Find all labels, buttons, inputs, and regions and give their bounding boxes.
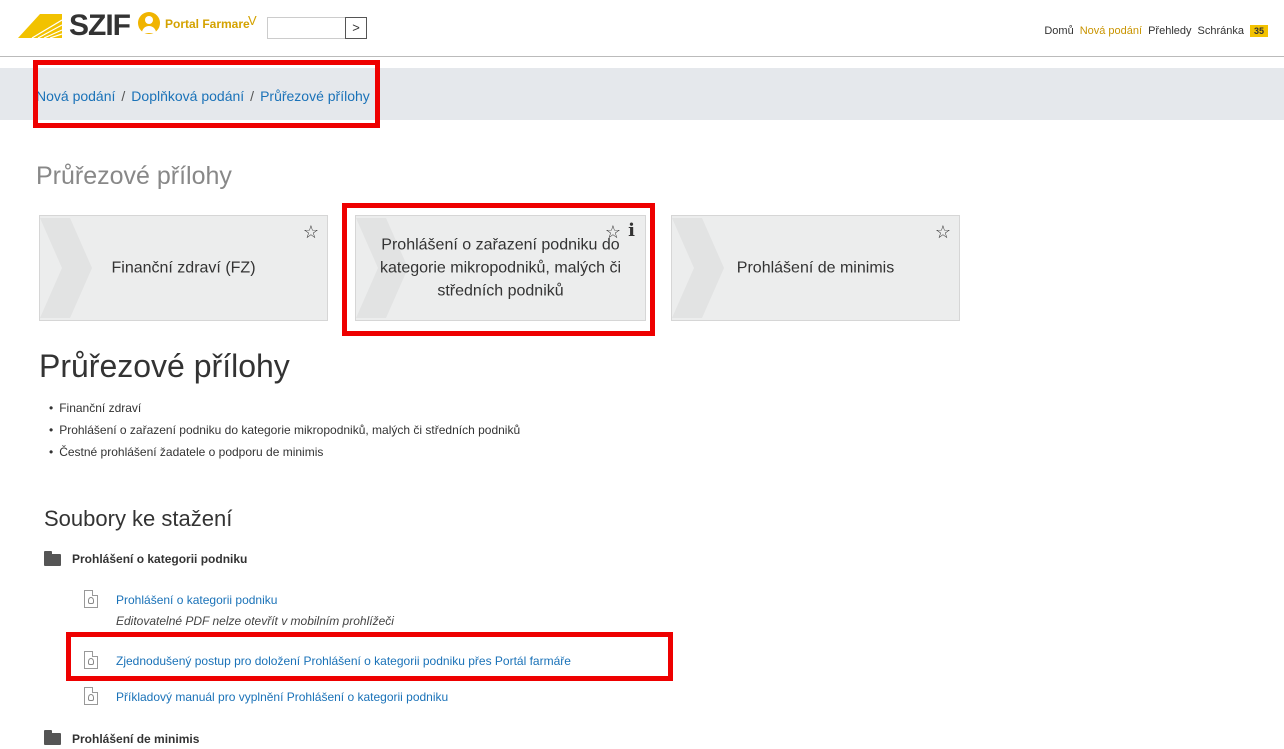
szif-logo-stripes (18, 14, 62, 38)
pdf-file-icon (84, 687, 98, 705)
tile-label: Prohlášení de minimis (736, 259, 895, 277)
file-link-prikladovy-manual[interactable]: Příkladový manuál pro vyplnění Prohlášen… (116, 690, 448, 704)
nav-inbox[interactable]: Schránka (1198, 25, 1244, 37)
tile-label: Finanční zdraví (FZ) (111, 259, 256, 277)
nav-new-submissions[interactable]: Nová podání (1080, 25, 1142, 37)
section-title: Průřezové přílohy (39, 348, 290, 384)
list-item: Finanční zdraví (49, 397, 520, 419)
highlight-tile-kategorie (342, 203, 655, 336)
page-title: Průřezové přílohy (36, 162, 232, 190)
chevron-down-icon[interactable]: V (248, 13, 257, 28)
nav-home[interactable]: Domů (1044, 25, 1073, 37)
favorite-star-icon[interactable]: ☆ (303, 222, 319, 243)
inbox-count-badge[interactable]: 35 (1249, 25, 1268, 37)
list-item: Čestné prohlášení žadatele o podporu de … (49, 441, 520, 463)
search-input[interactable] (267, 17, 345, 39)
list-item: Prohlášení o zařazení podniku do kategor… (49, 419, 520, 441)
szif-logo-text[interactable]: SZIF (69, 9, 131, 43)
download-group-de-minimis[interactable]: Prohlášení de minimis (72, 732, 199, 746)
file-note: Editovatelné PDF nelze otevřít v mobilní… (116, 614, 394, 628)
file-link-prohlaseni[interactable]: Prohlášení o kategorii podniku (116, 593, 277, 607)
highlight-breadcrumb (33, 60, 380, 128)
tile-financni-zdravi[interactable]: Finanční zdraví (FZ) ☆ (39, 215, 328, 321)
top-nav: Domů Nová podání Přehledy Schránka 35 (1044, 25, 1268, 37)
feature-list: Finanční zdraví Prohlášení o zařazení po… (49, 397, 520, 463)
portal-farmare-label[interactable]: Portal Farmare (165, 17, 250, 31)
download-group-kategorie[interactable]: Prohlášení o kategorii podniku (72, 552, 247, 566)
highlight-file-link (66, 632, 673, 681)
tile-de-minimis[interactable]: Prohlášení de minimis ☆ (671, 215, 960, 321)
folder-icon (44, 551, 61, 566)
nav-overviews[interactable]: Přehledy (1148, 25, 1191, 37)
folder-icon (44, 730, 61, 745)
user-avatar-icon[interactable] (138, 12, 160, 34)
favorite-star-icon[interactable]: ☆ (935, 222, 951, 243)
go-button[interactable]: > (345, 17, 367, 39)
header-divider (0, 56, 1284, 57)
pdf-file-icon (84, 590, 98, 608)
downloads-title: Soubory ke stažení (44, 506, 233, 531)
